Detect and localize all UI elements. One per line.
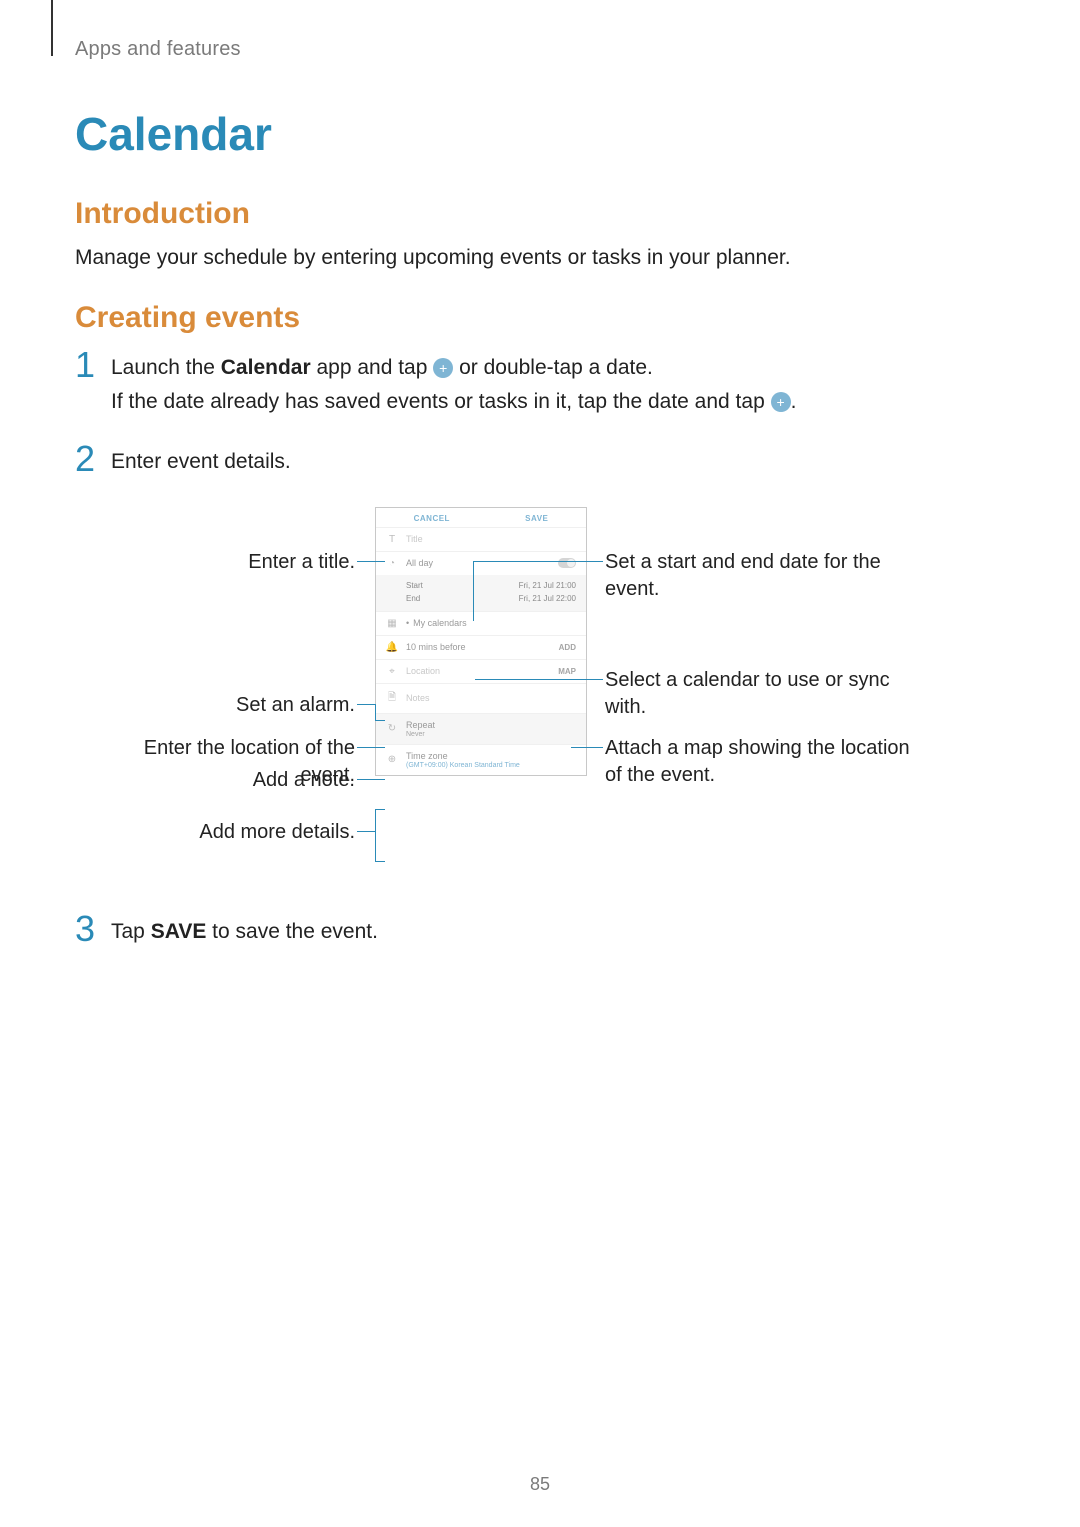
timezone-text: Time zone: [406, 751, 448, 761]
alarm-row[interactable]: 🔔 10 mins before ADD: [376, 635, 586, 659]
text: If the date already has saved events or …: [111, 390, 771, 413]
step-number: 2: [75, 441, 111, 477]
leader: [475, 679, 603, 680]
text: app and tap: [311, 356, 434, 379]
text: Launch the: [111, 356, 221, 379]
alarm-add-button[interactable]: ADD: [559, 643, 576, 652]
repeat-value: Never: [406, 731, 576, 738]
step-2-body: Enter event details.: [111, 445, 1005, 479]
notes-row[interactable]: 🗎 Notes: [376, 683, 586, 713]
end-label: End: [406, 594, 420, 603]
timezone-label: Time zone (GMT+09:00) Korean Standard Ti…: [406, 751, 576, 769]
callout-enter-title: Enter a title.: [95, 549, 355, 576]
leader: [375, 809, 385, 810]
header-rule: [51, 0, 53, 56]
leader: [357, 561, 385, 562]
calendar-icon: ▦: [386, 618, 398, 629]
timezone-row[interactable]: ⊕ Time zone (GMT+09:00) Korean Standard …: [376, 744, 586, 775]
start-value: Fri, 21 Jul 21:00: [519, 581, 576, 590]
leader: [571, 747, 603, 748]
callout-attach-map: Attach a map showing the location of the…: [605, 735, 925, 789]
page-title: Calendar: [75, 107, 1005, 161]
text: Tap: [111, 920, 151, 943]
times-block[interactable]: Start Fri, 21 Jul 21:00 End Fri, 21 Jul 22…: [376, 575, 586, 611]
my-calendars-label: My calendars: [406, 618, 576, 628]
leader: [357, 747, 385, 748]
repeat-icon: ↻: [386, 723, 398, 734]
title-placeholder: Title: [406, 534, 576, 544]
callout-add-note: Add a note.: [95, 767, 355, 794]
globe-icon: ⊕: [386, 754, 398, 765]
plus-icon: +: [771, 392, 791, 412]
allday-label: All day: [406, 558, 550, 568]
note-icon: 🗎: [386, 690, 398, 707]
timezone-value: (GMT+09:00) Korean Standard Time: [406, 762, 576, 769]
callout-set-dates: Set a start and end date for the event.: [605, 549, 925, 603]
allday-row[interactable]: ◔ All day: [376, 551, 586, 575]
intro-paragraph: Manage your schedule by entering upcomin…: [75, 243, 1005, 273]
leader: [357, 704, 375, 705]
text: or double-tap a date.: [453, 356, 653, 379]
leader: [473, 561, 474, 621]
section-heading-introduction: Introduction: [75, 197, 1005, 231]
phone-header: CANCEL SAVE: [376, 508, 586, 527]
allday-toggle[interactable]: [558, 558, 576, 568]
step-1-body: Launch the Calendar app and tap + or dou…: [111, 351, 1005, 418]
section-heading-creating-events: Creating events: [75, 301, 1005, 335]
leader: [473, 561, 603, 562]
page-number: 85: [0, 1474, 1080, 1495]
alarm-label: 10 mins before: [406, 642, 551, 652]
end-value: Fri, 21 Jul 22:00: [519, 594, 576, 603]
callout-select-calendar: Select a calendar to use or sync with.: [605, 667, 925, 721]
step-number: 3: [75, 911, 111, 947]
title-row[interactable]: T Title: [376, 527, 586, 551]
text: .: [791, 390, 797, 413]
leader: [357, 779, 385, 780]
notes-placeholder: Notes: [406, 693, 576, 703]
start-label: Start: [406, 581, 423, 590]
text: to save the event.: [206, 920, 378, 943]
callout-add-more: Add more details.: [95, 819, 355, 846]
leader: [375, 704, 376, 720]
leader: [357, 831, 375, 832]
save-button[interactable]: SAVE: [525, 514, 548, 523]
repeat-row[interactable]: ↻ Repeat Never: [376, 713, 586, 744]
leader: [375, 809, 376, 861]
breadcrumb: Apps and features: [75, 38, 1005, 61]
event-editor-diagram: CANCEL SAVE T Title ◔ All day Start Fri, …: [95, 507, 955, 907]
clock-icon: ◔: [386, 558, 398, 569]
repeat-label: Repeat Never: [406, 720, 576, 738]
text-icon: T: [386, 534, 398, 545]
save-label: SAVE: [151, 920, 207, 943]
map-button[interactable]: MAP: [558, 667, 576, 676]
pin-icon: ⌖: [386, 666, 398, 677]
leader: [375, 720, 385, 721]
calendar-row[interactable]: ▦ My calendars: [376, 611, 586, 635]
plus-icon: +: [433, 358, 453, 378]
cancel-button[interactable]: CANCEL: [414, 514, 450, 523]
step-1: 1 Launch the Calendar app and tap + or d…: [75, 351, 1005, 418]
app-name: Calendar: [221, 356, 311, 379]
callout-set-alarm: Set an alarm.: [95, 692, 355, 719]
step-2: 2 Enter event details.: [75, 445, 1005, 481]
step-3-body: Tap SAVE to save the event.: [111, 915, 1005, 949]
step-number: 1: [75, 347, 111, 383]
repeat-text: Repeat: [406, 720, 435, 730]
step-3: 3 Tap SAVE to save the event.: [75, 915, 1005, 951]
location-placeholder: Location: [406, 666, 550, 676]
leader: [375, 861, 385, 862]
phone-screenshot: CANCEL SAVE T Title ◔ All day Start Fri, …: [375, 507, 587, 776]
bell-icon: 🔔: [386, 642, 398, 653]
